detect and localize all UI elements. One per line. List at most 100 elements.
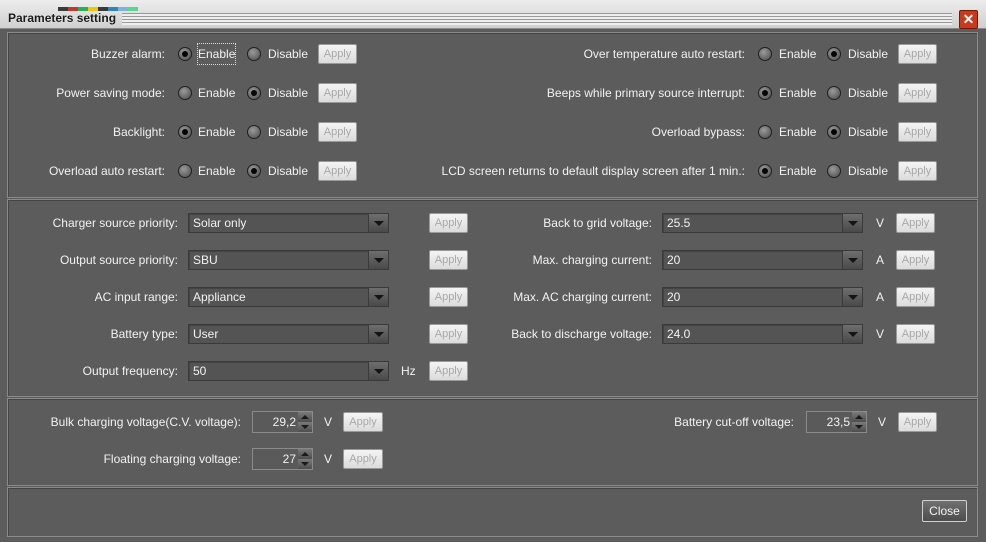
buzzer-enable-label[interactable]: Enable: [196, 43, 237, 65]
overload-restart-disable-radio[interactable]: [247, 164, 261, 178]
backlight-enable-label[interactable]: Enable: [198, 122, 235, 142]
overload-bypass-apply-button[interactable]: Apply: [898, 122, 937, 142]
overload-bypass-enable-label[interactable]: Enable: [779, 122, 816, 142]
taskbar-strip: [58, 0, 168, 11]
max-ac-charge-unit: A: [876, 290, 885, 304]
floating-voltage-value: 27: [282, 452, 296, 466]
spinner-down-icon[interactable]: [852, 422, 866, 432]
chevron-down-icon[interactable]: [842, 251, 862, 269]
ac-range-apply-button[interactable]: Apply: [429, 287, 468, 307]
charger-priority-apply-button[interactable]: Apply: [429, 213, 468, 233]
backlight-apply-button[interactable]: Apply: [318, 122, 357, 142]
title-bar[interactable]: Parameters setting ✕: [0, 0, 986, 29]
battery-type-select[interactable]: User: [188, 324, 389, 344]
cutoff-voltage-value: 23,5: [826, 415, 850, 429]
overload-restart-apply-button[interactable]: Apply: [318, 161, 357, 181]
battery-type-value: User: [193, 327, 219, 341]
close-button[interactable]: Close: [922, 500, 967, 522]
overtemp-enable-radio[interactable]: [758, 47, 772, 61]
overload-bypass-disable-radio[interactable]: [827, 125, 841, 139]
beeps-disable-label[interactable]: Disable: [848, 83, 888, 103]
spinner-down-icon[interactable]: [298, 422, 312, 432]
buzzer-disable-label[interactable]: Disable: [268, 44, 308, 64]
ac-range-label: AC input range:: [94, 290, 178, 304]
lcd-return-apply-button[interactable]: Apply: [898, 161, 937, 181]
buzzer-disable-radio[interactable]: [247, 47, 261, 61]
battery-type-apply-button[interactable]: Apply: [429, 324, 468, 344]
back-discharge-apply-button[interactable]: Apply: [896, 324, 935, 344]
max-ac-charge-select[interactable]: 20: [662, 287, 863, 307]
output-frequency-label: Output frequency:: [82, 364, 178, 378]
overload-restart-enable-label[interactable]: Enable: [198, 161, 235, 181]
back-discharge-select[interactable]: 24.0: [662, 324, 863, 344]
chevron-down-icon[interactable]: [368, 288, 388, 306]
beeps-disable-radio[interactable]: [827, 86, 841, 100]
backlight-disable-radio[interactable]: [247, 125, 261, 139]
chevron-down-icon[interactable]: [368, 214, 388, 232]
power-saving-enable-label[interactable]: Enable: [198, 83, 235, 103]
beeps-enable-radio[interactable]: [758, 86, 772, 100]
cutoff-voltage-spinner[interactable]: 23,5: [806, 411, 867, 433]
cutoff-voltage-apply-button[interactable]: Apply: [898, 412, 937, 432]
spinner-up-icon[interactable]: [298, 412, 312, 422]
spinner-up-icon[interactable]: [852, 412, 866, 422]
chevron-down-icon[interactable]: [842, 325, 862, 343]
overtemp-disable-radio[interactable]: [827, 47, 841, 61]
back-grid-label: Back to grid voltage:: [543, 216, 652, 230]
floating-voltage-spinner[interactable]: 27: [252, 448, 313, 470]
back-grid-unit: V: [876, 216, 885, 230]
chevron-down-icon[interactable]: [368, 325, 388, 343]
max-ac-charge-apply-button[interactable]: Apply: [896, 287, 935, 307]
ac-range-select[interactable]: Appliance: [188, 287, 389, 307]
lcd-return-enable-radio[interactable]: [758, 164, 772, 178]
overload-restart-disable-label[interactable]: Disable: [268, 161, 308, 181]
close-icon[interactable]: ✕: [959, 10, 978, 29]
overload-restart-enable-radio[interactable]: [178, 164, 192, 178]
lcd-return-enable-label[interactable]: Enable: [779, 161, 816, 181]
output-priority-select[interactable]: SBU: [188, 250, 389, 270]
back-grid-select[interactable]: 25.5: [662, 213, 863, 233]
max-charge-unit: A: [876, 253, 885, 267]
power-saving-apply-button[interactable]: Apply: [318, 83, 357, 103]
title-bar-grip: [122, 13, 952, 25]
bulk-voltage-apply-button[interactable]: Apply: [343, 412, 383, 432]
spinner-up-icon[interactable]: [298, 449, 312, 459]
overload-bypass-label: Overload bypass:: [651, 125, 745, 139]
buzzer-enable-radio[interactable]: [178, 47, 192, 61]
max-charge-apply-button[interactable]: Apply: [896, 250, 935, 270]
output-frequency-apply-button[interactable]: Apply: [429, 361, 468, 381]
backlight-label: Backlight:: [112, 125, 165, 139]
chevron-down-icon[interactable]: [842, 288, 862, 306]
spinner-down-icon[interactable]: [298, 459, 312, 469]
overtemp-enable-label[interactable]: Enable: [779, 44, 816, 64]
power-saving-enable-radio[interactable]: [178, 86, 192, 100]
bulk-voltage-unit: V: [324, 415, 333, 429]
chevron-down-icon[interactable]: [842, 214, 862, 232]
beeps-label: Beeps while primary source interrupt:: [546, 86, 745, 100]
output-frequency-select[interactable]: 50: [188, 361, 389, 381]
floating-voltage-apply-button[interactable]: Apply: [343, 449, 383, 469]
bulk-voltage-spinner[interactable]: 29,2: [252, 411, 313, 433]
lcd-return-disable-radio[interactable]: [827, 164, 841, 178]
back-grid-apply-button[interactable]: Apply: [896, 213, 935, 233]
power-saving-disable-label[interactable]: Disable: [268, 83, 308, 103]
beeps-enable-label[interactable]: Enable: [779, 83, 816, 103]
ac-range-value: Appliance: [193, 290, 246, 304]
lcd-return-disable-label[interactable]: Disable: [848, 161, 888, 181]
buzzer-apply-button[interactable]: Apply: [318, 44, 357, 64]
overtemp-apply-button[interactable]: Apply: [898, 44, 937, 64]
power-saving-disable-radio[interactable]: [247, 86, 261, 100]
overload-bypass-enable-radio[interactable]: [758, 125, 772, 139]
lcd-return-label: LCD screen returns to default display sc…: [441, 164, 745, 178]
max-charge-select[interactable]: 20: [662, 250, 863, 270]
overload-bypass-disable-label[interactable]: Disable: [848, 122, 888, 142]
overtemp-disable-label[interactable]: Disable: [848, 44, 888, 64]
output-priority-apply-button[interactable]: Apply: [429, 250, 468, 270]
chevron-down-icon[interactable]: [368, 362, 388, 380]
charger-priority-value: Solar only: [193, 216, 247, 230]
beeps-apply-button[interactable]: Apply: [898, 83, 937, 103]
chevron-down-icon[interactable]: [368, 251, 388, 269]
charger-priority-select[interactable]: Solar only: [188, 213, 389, 233]
backlight-enable-radio[interactable]: [178, 125, 192, 139]
backlight-disable-label[interactable]: Disable: [268, 122, 308, 142]
